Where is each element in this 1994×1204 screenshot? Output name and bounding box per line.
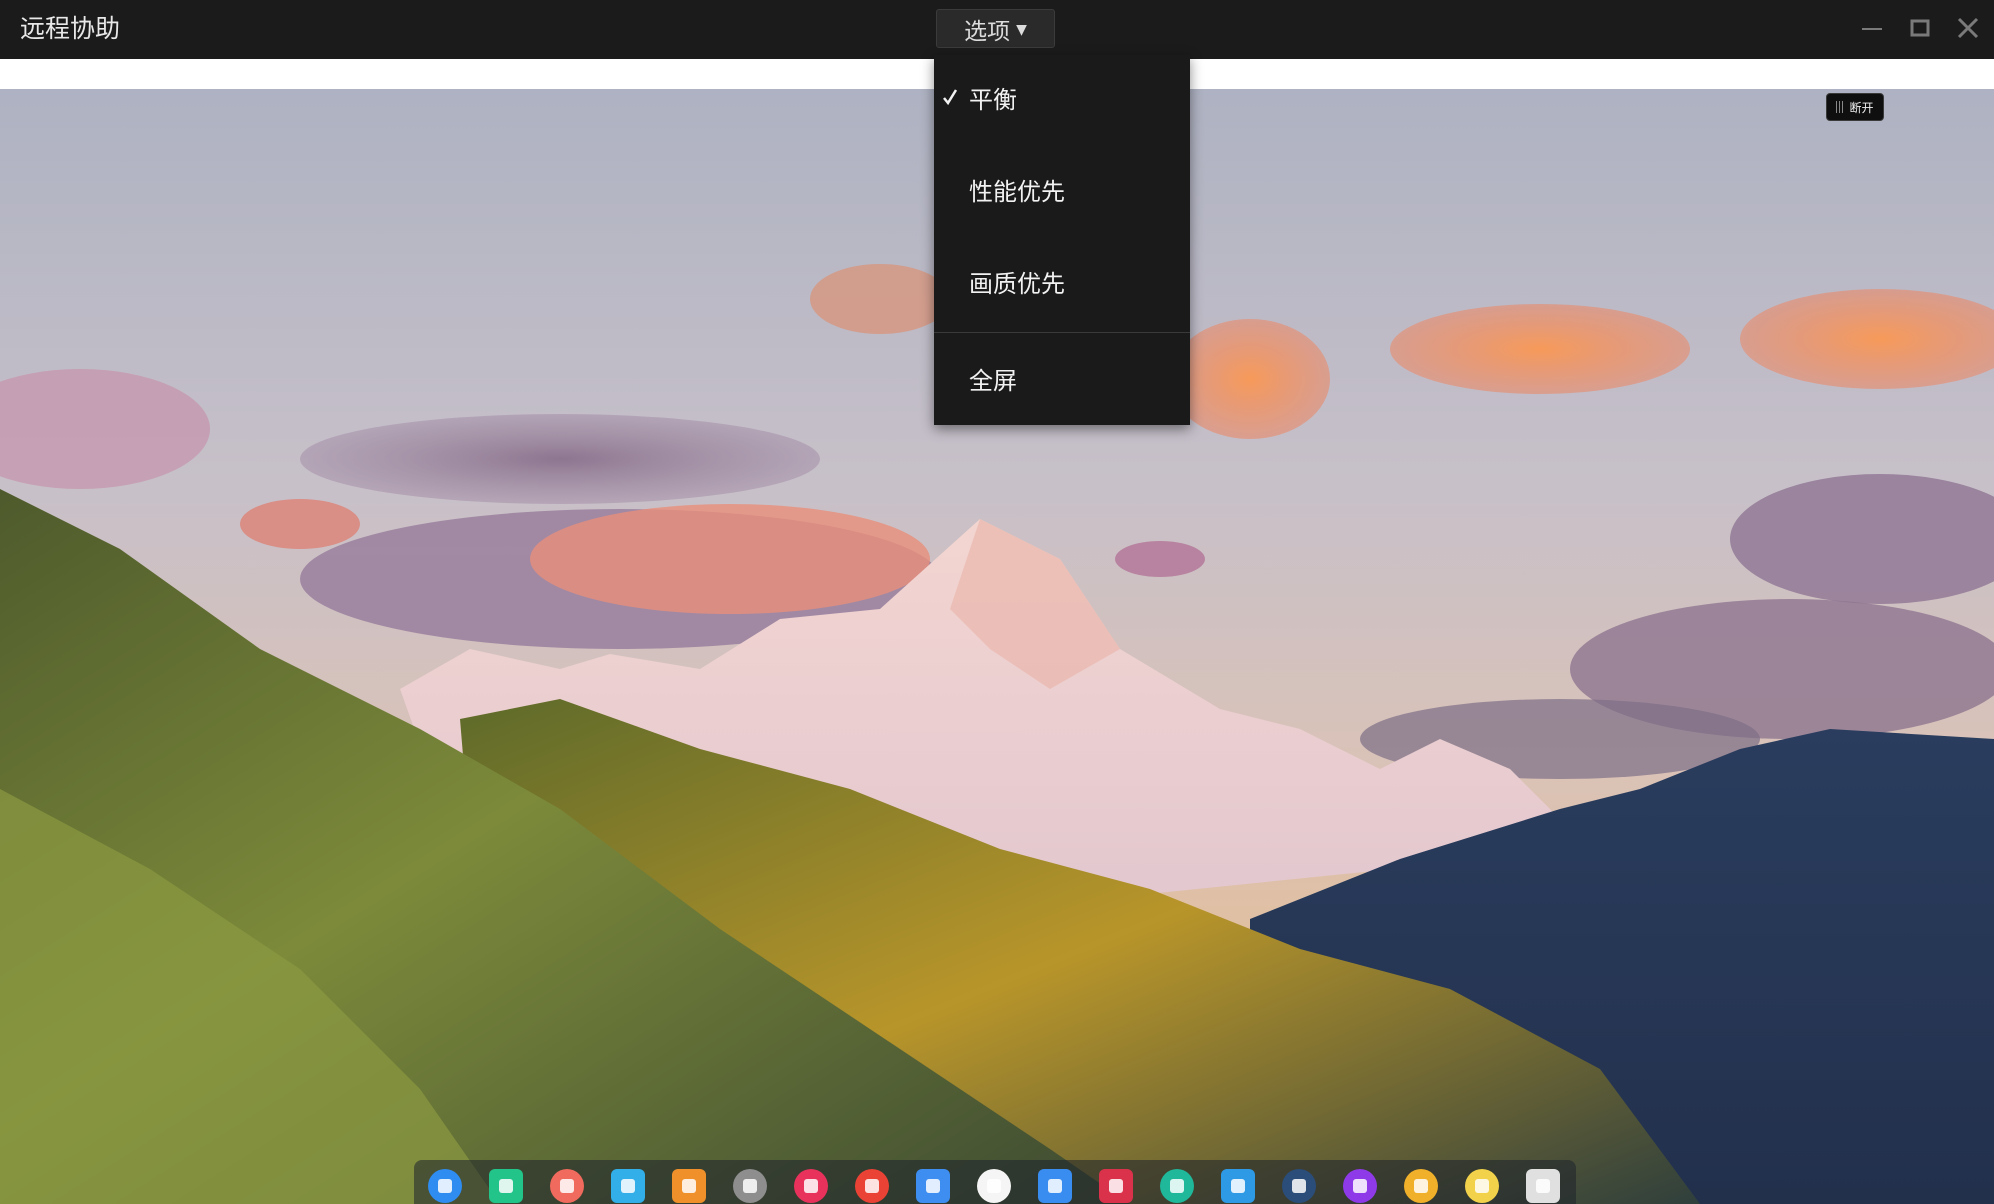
calendar-icon[interactable] <box>1465 1169 1499 1203</box>
title-bar: 远程协助 选项 ▼ <box>0 0 1994 59</box>
disconnect-button[interactable]: 断开 <box>1826 93 1884 121</box>
menu-item-label: 平衡 <box>969 85 1017 114</box>
disconnect-label: 断开 <box>1849 100 1874 115</box>
dock-icon-glyph <box>1231 1179 1245 1193</box>
dock-icon-glyph <box>1536 1179 1550 1193</box>
dock-icon-glyph <box>1353 1179 1367 1193</box>
options-button-label: 选项 <box>964 18 1011 45</box>
menu-item-balanced[interactable]: 平衡 <box>934 61 1190 133</box>
dock-icon-glyph <box>682 1179 696 1193</box>
settings-icon[interactable] <box>733 1169 767 1203</box>
menu-item-label: 性能优先 <box>969 177 1065 206</box>
dock-icon-glyph <box>804 1179 818 1193</box>
screenshot-icon[interactable] <box>794 1169 828 1203</box>
dock-icon-glyph <box>1170 1179 1184 1193</box>
dock-icon-glyph <box>1414 1179 1428 1193</box>
menu-item-performance[interactable]: 性能优先 <box>934 153 1190 225</box>
terminal-icon[interactable] <box>1099 1169 1133 1203</box>
dock-icon-glyph <box>499 1179 513 1193</box>
options-button[interactable]: 选项 ▼ <box>936 9 1055 48</box>
archive-icon[interactable] <box>672 1169 706 1203</box>
power-icon[interactable] <box>1343 1169 1377 1203</box>
maximize-icon[interactable] <box>1904 14 1936 44</box>
dock-icon-glyph <box>1475 1179 1489 1193</box>
feedback-icon[interactable] <box>977 1169 1011 1203</box>
app-title: 远程协助 <box>20 14 121 43</box>
minimize-icon[interactable] <box>1856 14 1888 44</box>
notes-icon[interactable] <box>1038 1169 1072 1203</box>
dock-icon-glyph <box>438 1179 452 1193</box>
options-menu: 平衡 性能优先 画质优先 全屏 <box>934 55 1190 425</box>
drag-handle-icon[interactable] <box>1836 101 1844 113</box>
menu-item-fullscreen[interactable]: 全屏 <box>934 342 1190 414</box>
launcher-icon[interactable] <box>428 1169 462 1203</box>
checkmark-icon <box>943 89 958 106</box>
dock-icon-glyph <box>1109 1179 1123 1193</box>
screen-recorder-icon[interactable] <box>550 1169 584 1203</box>
recorder-icon[interactable] <box>1282 1169 1316 1203</box>
browser-icon[interactable] <box>1404 1169 1438 1203</box>
dock-icon-glyph <box>560 1179 574 1193</box>
dock-icon-glyph <box>743 1179 757 1193</box>
file-manager-icon[interactable] <box>489 1169 523 1203</box>
security-icon[interactable] <box>1160 1169 1194 1203</box>
multitask-icon[interactable] <box>916 1169 950 1203</box>
menu-item-quality[interactable]: 画质优先 <box>934 245 1190 317</box>
close-icon[interactable] <box>1952 14 1984 44</box>
menu-item-label: 画质优先 <box>969 269 1065 298</box>
store-bag-icon[interactable] <box>1221 1169 1255 1203</box>
dock-icon-glyph <box>865 1179 879 1193</box>
dock-icon-glyph <box>1292 1179 1306 1193</box>
dock-icon-glyph <box>1048 1179 1062 1193</box>
menu-divider <box>934 332 1190 333</box>
chrome-icon[interactable] <box>855 1169 889 1203</box>
menu-item-label: 全屏 <box>969 366 1017 395</box>
trash-icon[interactable] <box>1526 1169 1560 1203</box>
chevron-down-icon: ▼ <box>1016 22 1027 38</box>
dock-icon-glyph <box>926 1179 940 1193</box>
app-store-icon[interactable] <box>611 1169 645 1203</box>
dock-icon-glyph <box>621 1179 635 1193</box>
dock-icon-glyph <box>987 1179 1001 1193</box>
